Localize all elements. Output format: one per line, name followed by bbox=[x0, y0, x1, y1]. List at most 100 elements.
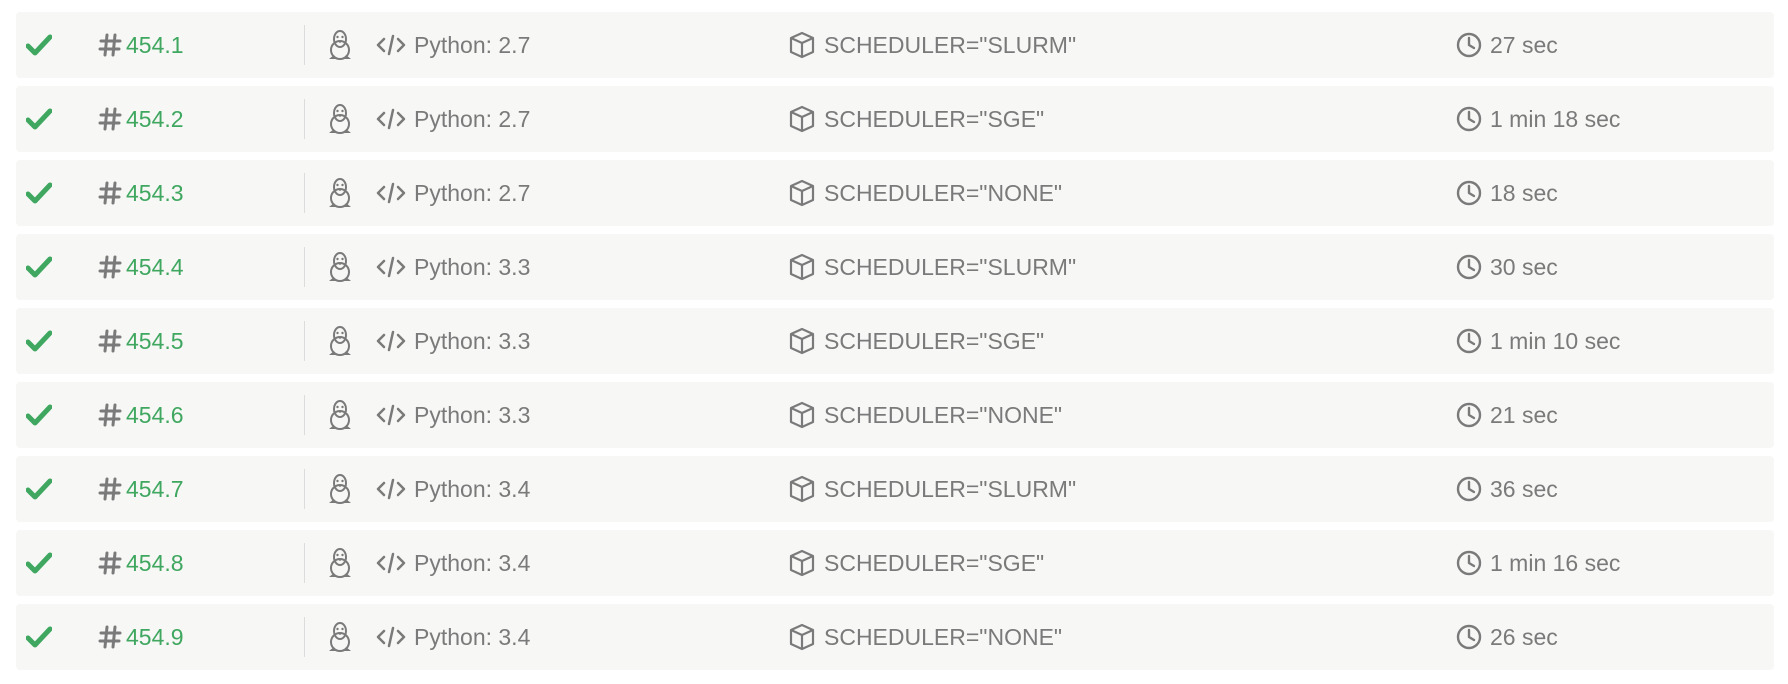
job-env: SCHEDULER="SLURM" bbox=[788, 456, 1076, 522]
job-number[interactable]: 454.2 bbox=[98, 86, 184, 152]
job-number[interactable]: 454.1 bbox=[98, 12, 184, 78]
job-number[interactable]: 454.9 bbox=[98, 604, 184, 670]
job-env: SCHEDULER="SGE" bbox=[788, 308, 1044, 374]
job-row[interactable]: 454.3 Python: 2.7 SCHEDULER="NONE" 18 se… bbox=[16, 160, 1774, 226]
hash-icon bbox=[98, 551, 122, 575]
column-divider bbox=[304, 321, 305, 361]
linux-penguin-icon bbox=[326, 103, 354, 135]
job-duration: 1 min 10 sec bbox=[1456, 308, 1620, 374]
job-row[interactable]: 454.7 Python: 3.4 SCHEDULER="SLURM" 36 s… bbox=[16, 456, 1774, 522]
job-duration-text: 1 min 18 sec bbox=[1490, 105, 1621, 132]
column-divider bbox=[304, 173, 305, 213]
package-cube-icon bbox=[788, 327, 816, 355]
package-cube-icon bbox=[788, 31, 816, 59]
job-language: Python: 3.4 bbox=[376, 530, 530, 596]
check-icon bbox=[26, 626, 52, 648]
package-cube-icon bbox=[788, 105, 816, 133]
clock-icon bbox=[1456, 106, 1482, 132]
check-icon bbox=[26, 182, 52, 204]
job-row[interactable]: 454.9 Python: 3.4 SCHEDULER="NONE" 26 se… bbox=[16, 604, 1774, 670]
job-language: Python: 2.7 bbox=[376, 160, 530, 226]
job-number[interactable]: 454.5 bbox=[98, 308, 184, 374]
job-number-text[interactable]: 454.5 bbox=[126, 328, 184, 355]
job-duration: 30 sec bbox=[1456, 234, 1558, 300]
job-os bbox=[326, 12, 354, 78]
job-number[interactable]: 454.3 bbox=[98, 160, 184, 226]
job-duration: 36 sec bbox=[1456, 456, 1558, 522]
job-duration-text: 36 sec bbox=[1490, 475, 1558, 502]
linux-penguin-icon bbox=[326, 547, 354, 579]
job-env-text: SCHEDULER="SGE" bbox=[824, 327, 1045, 354]
job-number-text[interactable]: 454.9 bbox=[126, 624, 184, 651]
job-duration-text: 26 sec bbox=[1490, 623, 1558, 650]
job-row[interactable]: 454.6 Python: 3.3 SCHEDULER="NONE" 21 se… bbox=[16, 382, 1774, 448]
code-icon bbox=[376, 404, 406, 426]
linux-penguin-icon bbox=[326, 325, 354, 357]
check-icon bbox=[26, 478, 52, 500]
job-language-text: Python: 2.7 bbox=[414, 179, 531, 206]
job-language-text: Python: 3.4 bbox=[414, 475, 531, 502]
job-env: SCHEDULER="SLURM" bbox=[788, 12, 1076, 78]
code-icon bbox=[376, 626, 406, 648]
job-duration: 27 sec bbox=[1456, 12, 1558, 78]
job-language: Python: 3.4 bbox=[376, 456, 530, 522]
job-number-text[interactable]: 454.3 bbox=[126, 180, 184, 207]
job-os bbox=[326, 86, 354, 152]
job-os bbox=[326, 530, 354, 596]
package-cube-icon bbox=[788, 253, 816, 281]
job-number-text[interactable]: 454.8 bbox=[126, 550, 184, 577]
job-row[interactable]: 454.8 Python: 3.4 SCHEDULER="SGE" 1 min … bbox=[16, 530, 1774, 596]
job-env-text: SCHEDULER="SLURM" bbox=[824, 253, 1077, 280]
job-number[interactable]: 454.4 bbox=[98, 234, 184, 300]
job-row[interactable]: 454.5 Python: 3.3 SCHEDULER="SGE" 1 min … bbox=[16, 308, 1774, 374]
clock-icon bbox=[1456, 180, 1482, 206]
code-icon bbox=[376, 552, 406, 574]
job-number-text[interactable]: 454.7 bbox=[126, 476, 184, 503]
job-number-text[interactable]: 454.6 bbox=[126, 402, 184, 429]
clock-icon bbox=[1456, 402, 1482, 428]
job-duration-text: 27 sec bbox=[1490, 31, 1558, 58]
job-os bbox=[326, 160, 354, 226]
code-icon bbox=[376, 182, 406, 204]
linux-penguin-icon bbox=[326, 29, 354, 61]
code-icon bbox=[376, 478, 406, 500]
package-cube-icon bbox=[788, 179, 816, 207]
column-divider bbox=[304, 247, 305, 287]
job-number[interactable]: 454.8 bbox=[98, 530, 184, 596]
job-os bbox=[326, 604, 354, 670]
hash-icon bbox=[98, 255, 122, 279]
column-divider bbox=[304, 25, 305, 65]
linux-penguin-icon bbox=[326, 399, 354, 431]
job-row[interactable]: 454.1 Python: 2.7 SCHEDULER="SLURM" 27 s… bbox=[16, 12, 1774, 78]
job-duration-text: 1 min 16 sec bbox=[1490, 549, 1621, 576]
job-language-text: Python: 3.3 bbox=[414, 327, 531, 354]
job-status bbox=[26, 308, 66, 374]
job-duration: 18 sec bbox=[1456, 160, 1558, 226]
column-divider bbox=[304, 617, 305, 657]
job-number[interactable]: 454.7 bbox=[98, 456, 184, 522]
job-language-text: Python: 2.7 bbox=[414, 105, 531, 132]
job-number-text[interactable]: 454.2 bbox=[126, 106, 184, 133]
job-env-text: SCHEDULER="SLURM" bbox=[824, 475, 1077, 502]
linux-penguin-icon bbox=[326, 621, 354, 653]
job-env-text: SCHEDULER="NONE" bbox=[824, 401, 1063, 428]
hash-icon bbox=[98, 33, 122, 57]
job-duration-text: 30 sec bbox=[1490, 253, 1558, 280]
job-language-text: Python: 3.3 bbox=[414, 253, 531, 280]
hash-icon bbox=[98, 329, 122, 353]
job-row[interactable]: 454.2 Python: 2.7 SCHEDULER="SGE" 1 min … bbox=[16, 86, 1774, 152]
job-number-text[interactable]: 454.1 bbox=[126, 32, 184, 59]
column-divider bbox=[304, 395, 305, 435]
job-env: SCHEDULER="NONE" bbox=[788, 382, 1062, 448]
job-duration: 21 sec bbox=[1456, 382, 1558, 448]
job-env-text: SCHEDULER="SGE" bbox=[824, 105, 1045, 132]
job-number[interactable]: 454.6 bbox=[98, 382, 184, 448]
check-icon bbox=[26, 330, 52, 352]
column-divider bbox=[304, 99, 305, 139]
job-status bbox=[26, 530, 66, 596]
job-row[interactable]: 454.4 Python: 3.3 SCHEDULER="SLURM" 30 s… bbox=[16, 234, 1774, 300]
job-env: SCHEDULER="SGE" bbox=[788, 86, 1044, 152]
job-duration-text: 18 sec bbox=[1490, 179, 1558, 206]
job-language-text: Python: 2.7 bbox=[414, 31, 531, 58]
job-number-text[interactable]: 454.4 bbox=[126, 254, 184, 281]
